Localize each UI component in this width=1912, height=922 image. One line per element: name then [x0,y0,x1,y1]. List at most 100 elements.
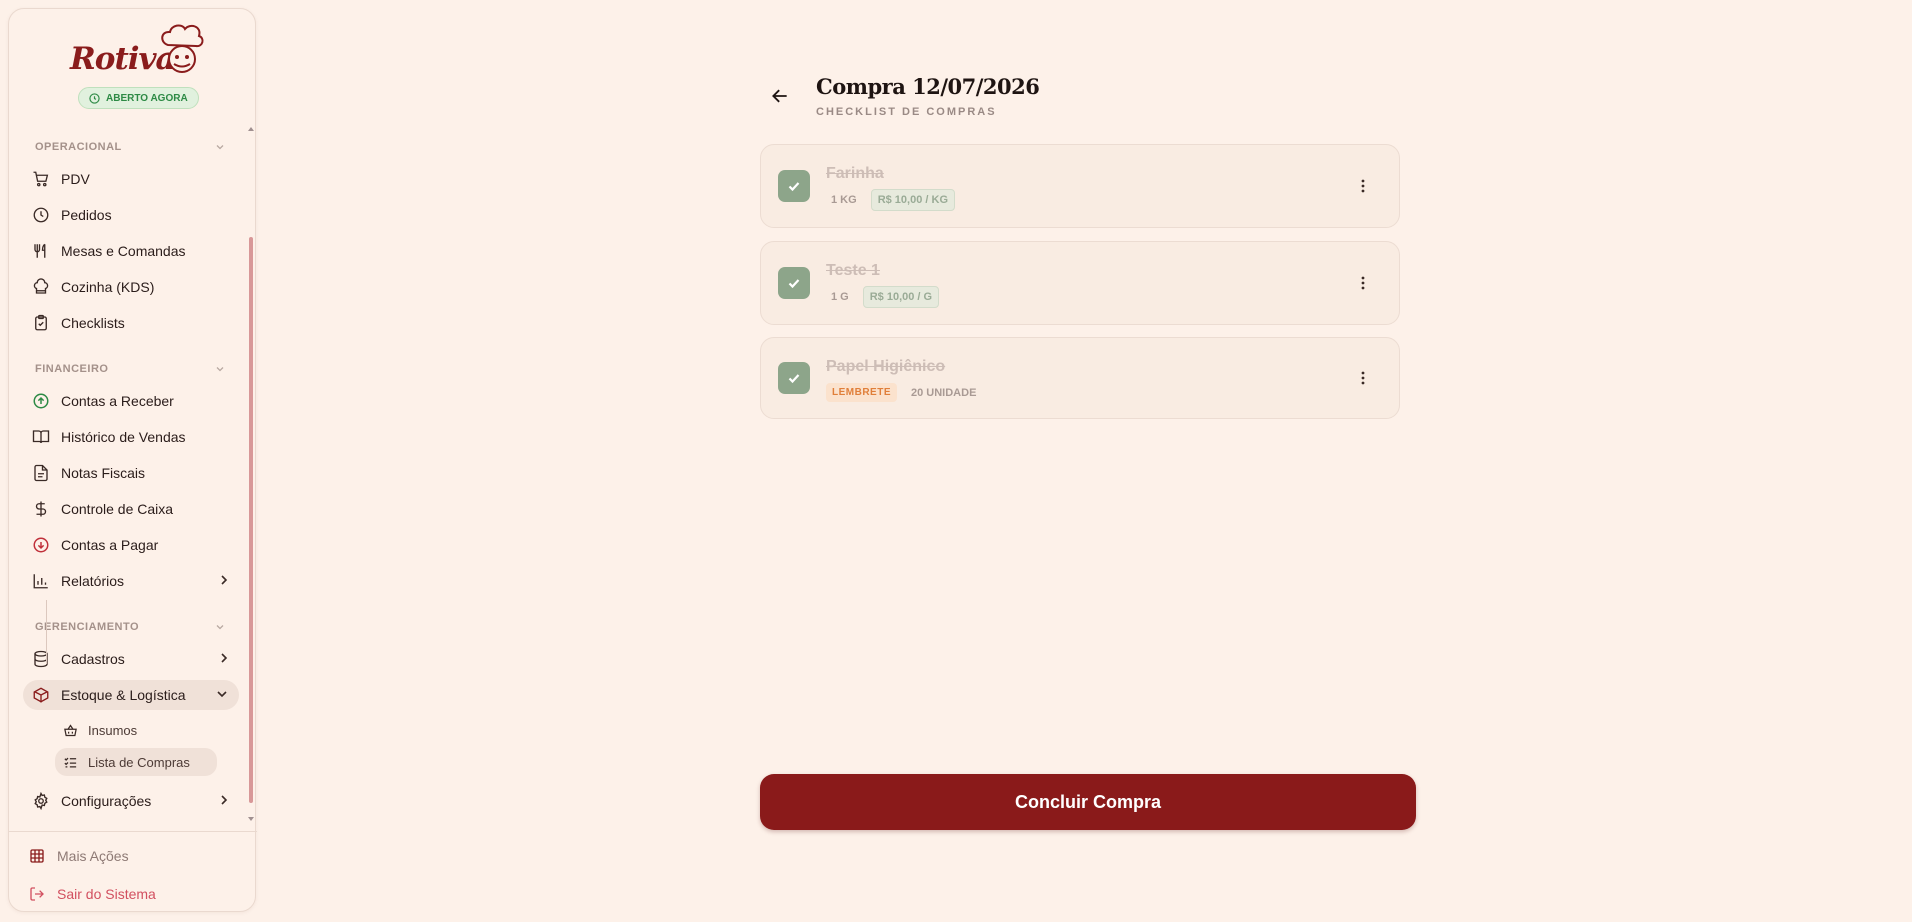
submenu-guide-line [46,600,47,664]
item-name: Teste 1 [826,262,880,279]
utensils-icon [34,243,46,258]
section-label: OPERACIONAL [35,141,122,153]
back-button[interactable] [766,82,794,110]
section-label: GERENCIAMENTO [35,621,140,633]
item-price-tag: R$ 10,00 / G [862,286,940,308]
nav-item-pdv[interactable]: PDV [31,164,241,194]
nav-item-pedidos[interactable]: Pedidos [31,200,241,230]
item-name: Farinha [826,165,884,182]
subnav-label: Lista de Compras [88,754,190,770]
gear-icon [34,792,48,810]
arrow-up-circle-icon [33,393,49,409]
nav-label: Contas a Receber [61,393,174,409]
nav-item-configuracoes[interactable]: Configurações [31,786,241,816]
nav-label: Cozinha (KDS) [61,279,155,295]
open-status-label: ABERTO AGORA [106,92,188,104]
page-title: Compra 12/07/2026 [816,74,1040,99]
more-actions-button[interactable]: Mais Ações [29,841,229,871]
check-icon [788,279,800,289]
basket-icon [64,723,77,736]
logout-icon [30,887,44,901]
nav-label: Checklists [61,315,125,331]
clipboard-check-icon [35,314,47,331]
scroll-down-arrow[interactable] [248,817,254,821]
grid-icon [30,849,44,863]
item-checkbox[interactable] [778,267,810,299]
chevron-right-icon [221,795,228,805]
nav-item-contas-pagar[interactable]: Contas a Pagar [31,530,241,560]
checklist-item: Teste 1 1 G R$ 10,00 / G [760,241,1400,325]
package-icon [33,687,49,703]
item-more-options-button[interactable] [1353,176,1373,196]
subnav-label: Insumos [88,722,138,738]
chef-mascot-icon [161,24,204,73]
nav-item-contas-receber[interactable]: Contas a Receber [31,386,241,416]
nav-label: Estoque & Logística [61,687,186,703]
nav-label: Configurações [61,793,152,809]
nav-item-cadastros[interactable]: Cadastros [31,644,241,674]
item-more-options-button[interactable] [1353,273,1373,293]
nav-item-mesas[interactable]: Mesas e Comandas [31,236,241,266]
open-status-badge: ABERTO AGORA [78,87,199,109]
item-meta: LEMBRETE 20 UNIDADE [826,383,976,402]
nav-item-cozinha[interactable]: Cozinha (KDS) [31,272,241,302]
nav-item-controle-caixa[interactable]: Controle de Caixa [31,494,241,524]
item-quantity: 20 UNIDADE [911,386,977,399]
nav-item-relatorios[interactable]: Relatórios [31,566,241,596]
item-name: Papel Higiênico [826,358,946,375]
dollar-icon [35,501,47,517]
arrow-down-circle-icon [33,537,49,553]
item-checkbox[interactable] [778,362,810,394]
cart-icon [33,171,49,187]
nav-label: Histórico de Vendas [61,429,186,445]
nav-item-notas-fiscais[interactable]: Notas Fiscais [31,458,241,488]
scroll-up-arrow[interactable] [248,127,254,131]
nav-item-checklists[interactable]: Checklists [31,308,241,338]
chevron-right-icon [221,653,228,663]
brand: Rotiva [9,23,257,82]
arrow-left-icon [772,89,787,103]
nav-subitem-lista-compras[interactable]: Lista de Compras [55,748,217,776]
chevron-down-icon [216,367,224,372]
logout-label: Sair do Sistema [57,886,156,902]
nav-scroll-area: OPERACIONAL PDV Pedidos Mesas e Comandas… [9,127,257,827]
chef-hat-icon [33,278,49,294]
item-meta: 1 G R$ 10,00 / G [826,286,940,308]
item-quantity: 1 KG [831,194,857,206]
sidebar-scrollbar[interactable] [247,119,255,821]
item-more-options-button[interactable] [1353,368,1373,388]
chevron-down-icon [217,691,227,698]
section-financeiro[interactable]: FINANCEIRO [35,361,225,377]
clock-icon [33,207,49,223]
chevron-down-icon [216,625,224,630]
more-actions-label: Mais Ações [57,848,129,864]
conclude-purchase-button[interactable]: Concluir Compra [760,774,1416,830]
more-vertical-icon [1361,371,1365,385]
nav-label: Controle de Caixa [61,501,174,517]
section-label: FINANCEIRO [35,363,109,375]
nav-label: PDV [61,171,90,187]
list-checks-icon [64,757,77,767]
nav-label: Contas a Pagar [61,537,159,553]
nav-subitem-insumos[interactable]: Insumos [55,716,217,744]
item-price-tag: R$ 10,00 / KG [870,189,956,211]
nav-item-historico-vendas[interactable]: Histórico de Vendas [31,422,241,452]
section-gerenciamento[interactable]: GERENCIAMENTO [35,619,225,635]
checklist-item: Papel Higiênico LEMBRETE 20 UNIDADE [760,337,1400,419]
database-icon [34,650,48,668]
nav-label: Mesas e Comandas [61,243,186,259]
nav-label: Cadastros [61,651,125,667]
item-checkbox[interactable] [778,170,810,202]
scroll-thumb[interactable] [249,237,253,803]
rotiva-logo[interactable]: Rotiva [58,23,208,77]
section-operacional[interactable]: OPERACIONAL [35,139,225,155]
check-icon [788,182,800,192]
checklist-item: Farinha 1 KG R$ 10,00 / KG [760,144,1400,228]
logout-button[interactable]: Sair do Sistema [29,879,229,909]
clock-icon [89,92,100,104]
chevron-right-icon [221,575,228,585]
more-vertical-icon [1361,179,1365,193]
book-open-icon [32,430,50,444]
footer-divider [9,831,257,832]
nav-item-estoque[interactable]: Estoque & Logística [23,680,239,710]
